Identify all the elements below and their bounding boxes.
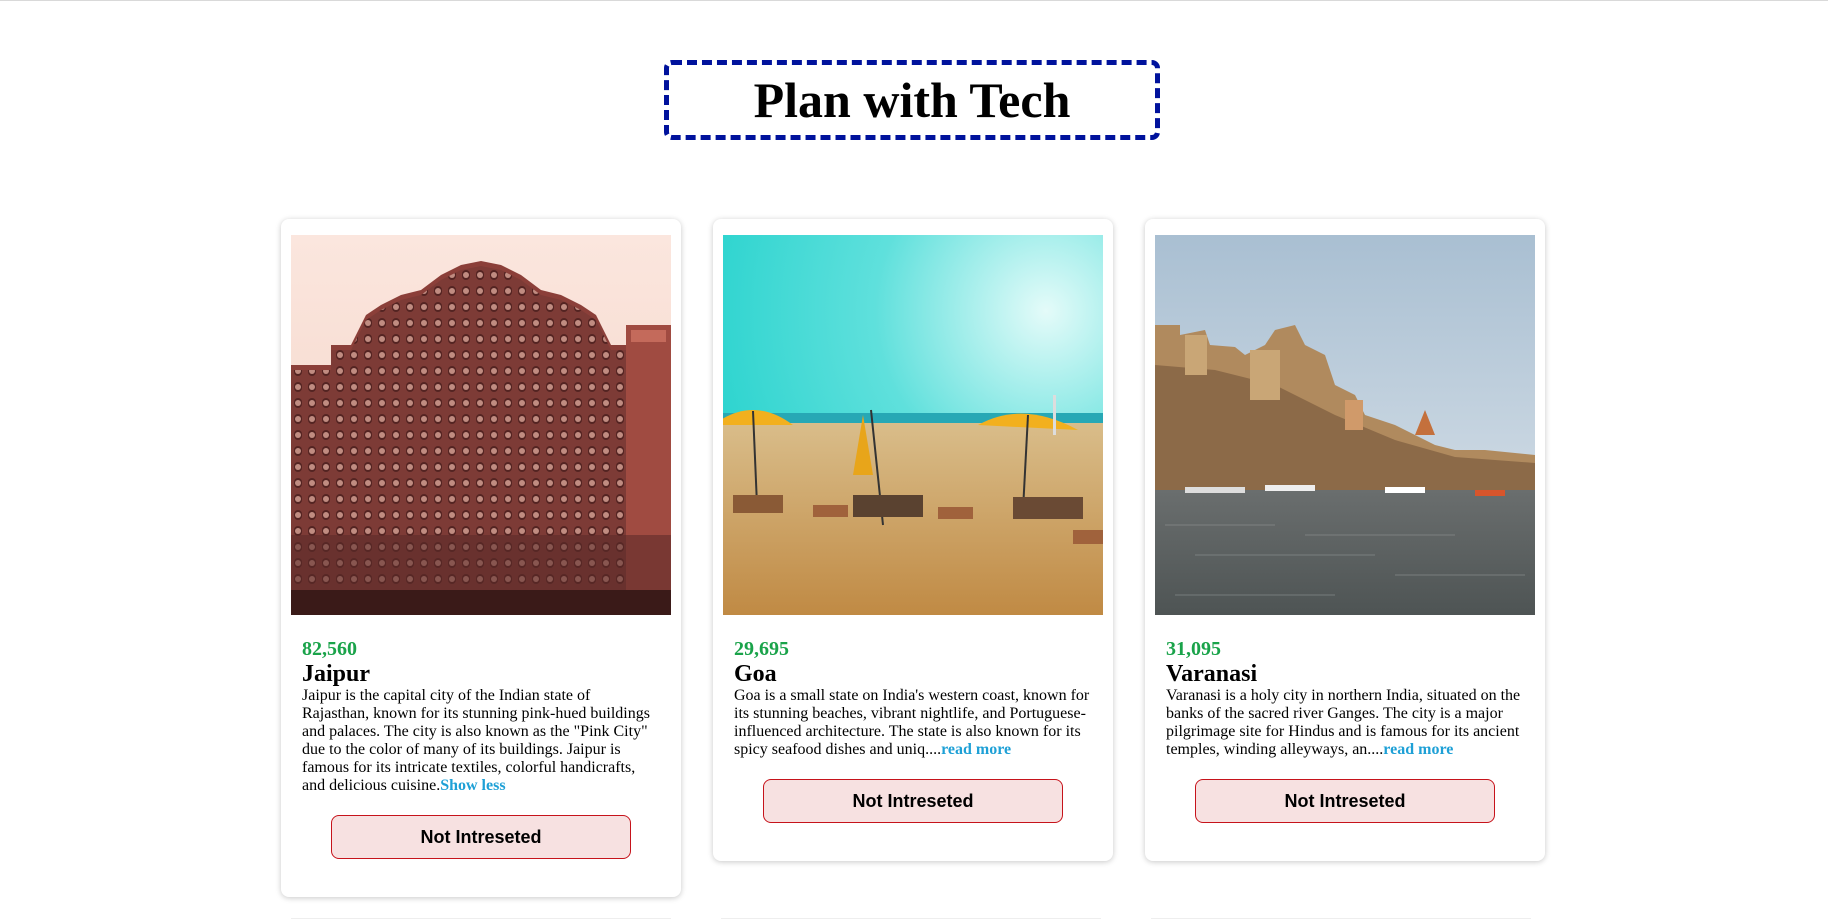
- tour-description: Jaipur is the capital city of the Indian…: [302, 687, 660, 795]
- tour-name: Goa: [734, 661, 777, 687]
- page-title: Plan with Tech: [753, 72, 1071, 128]
- tour-card-varanasi: 31,095 Varanasi Varanasi is a holy city …: [1145, 219, 1545, 861]
- title-box: Plan with Tech: [664, 60, 1160, 140]
- tour-description: Varanasi is a holy city in northern Indi…: [1166, 687, 1524, 759]
- read-more-link[interactable]: read more: [1383, 741, 1453, 758]
- top-divider: [0, 0, 1828, 1]
- tour-card-list: 82,560 Jaipur Jaipur is the capital city…: [281, 219, 1545, 897]
- tour-description: Goa is a small state on India's western …: [734, 687, 1092, 759]
- button-wrap: Not Intreseted: [1155, 779, 1535, 823]
- palace-photo-icon: [291, 235, 671, 615]
- not-interested-button[interactable]: Not Intreseted: [331, 815, 631, 859]
- next-row-card-edge: [291, 918, 671, 922]
- tour-price: 29,695: [734, 638, 789, 660]
- next-row-card-edge: [721, 918, 1101, 922]
- beach-photo-icon: [723, 235, 1103, 615]
- tour-card-jaipur: 82,560 Jaipur Jaipur is the capital city…: [281, 219, 681, 897]
- tour-name: Jaipur: [302, 661, 371, 687]
- not-interested-button[interactable]: Not Intreseted: [763, 779, 1063, 823]
- tour-price: 31,095: [1166, 638, 1221, 660]
- button-wrap: Not Intreseted: [291, 815, 671, 859]
- next-row-card-edge: [1151, 918, 1531, 922]
- read-more-link[interactable]: read more: [941, 741, 1011, 758]
- not-interested-button[interactable]: Not Intreseted: [1195, 779, 1495, 823]
- tour-description-text: Varanasi is a holy city in northern Indi…: [1166, 687, 1521, 758]
- button-wrap: Not Intreseted: [723, 779, 1103, 823]
- tour-card-goa: 29,695 Goa Goa is a small state on India…: [713, 219, 1113, 861]
- show-less-link[interactable]: Show less: [440, 777, 505, 794]
- page: Plan with Tech 82,560 Jaipur Jaipur is t…: [0, 0, 1828, 922]
- river-ghats-photo-icon: [1155, 235, 1535, 615]
- tour-name: Varanasi: [1166, 661, 1258, 687]
- tour-price: 82,560: [302, 638, 357, 660]
- tour-description-text: Goa is a small state on India's western …: [734, 687, 1090, 758]
